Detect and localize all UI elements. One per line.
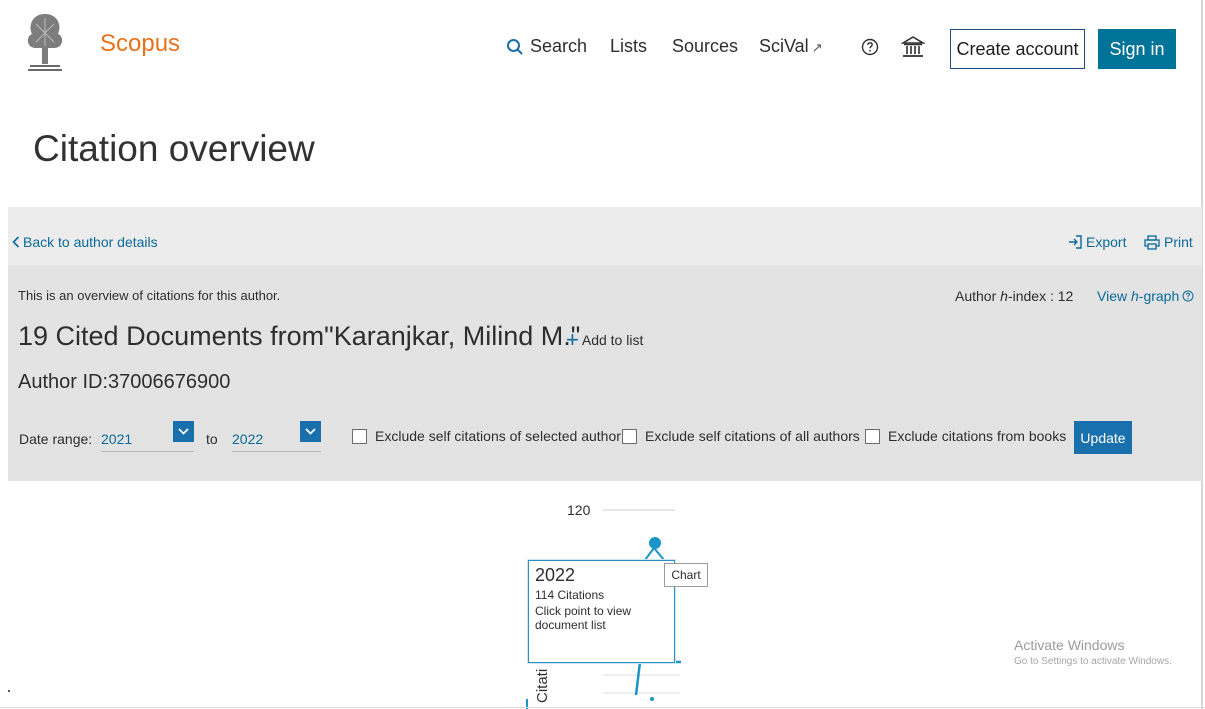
add-to-list-label: Add to list xyxy=(581,332,644,348)
nav-scival-label: SciVal xyxy=(759,36,809,56)
exclude-self-selected-label: Exclude self citations of selected autho… xyxy=(375,428,621,444)
add-to-list-button[interactable]: + Add to list xyxy=(566,327,644,352)
scopus-brand[interactable]: Scopus xyxy=(100,30,180,58)
checkbox-box[interactable] xyxy=(622,428,637,444)
print-label: Print xyxy=(1164,234,1193,250)
plus-icon: + xyxy=(566,327,579,352)
bottom-divider xyxy=(0,707,1205,708)
view-h: h xyxy=(1130,288,1139,304)
update-button[interactable]: Update xyxy=(1074,421,1132,454)
view-h-graph-label: View h-graph xyxy=(1097,288,1179,304)
data-point-2021[interactable] xyxy=(650,697,654,701)
sign-in-button[interactable]: Sign in xyxy=(1098,29,1176,69)
date-from-value: 2021 xyxy=(101,431,133,447)
activate-windows-title: Activate Windows xyxy=(1014,637,1125,653)
nav-search[interactable]: Search xyxy=(506,36,587,57)
back-to-author-link[interactable]: Back to author details xyxy=(12,234,158,250)
author-h-index: Author h-index : 12 xyxy=(955,288,1073,304)
search-icon xyxy=(507,38,523,55)
exclude-self-all-checkbox[interactable]: Exclude self citations of all authors xyxy=(622,428,860,444)
create-account-button[interactable]: Create account xyxy=(950,29,1085,69)
chevron-down-icon xyxy=(173,421,194,442)
y-axis-label: Citati xyxy=(534,668,551,703)
view-h-graph-link[interactable]: View h-graph xyxy=(1097,288,1194,304)
exclude-self-all-label: Exclude self citations of all authors xyxy=(645,428,860,444)
chart-label-tag: Chart xyxy=(664,563,708,587)
chevron-left-icon xyxy=(12,236,20,248)
cited-documents-heading: 19 Cited Documents from"Karanjkar, Milin… xyxy=(18,321,581,351)
tooltip-hint: Click point to view document list xyxy=(535,604,632,632)
print-link[interactable]: Print xyxy=(1144,234,1193,250)
export-label: Export xyxy=(1086,234,1127,250)
date-to-value: 2022 xyxy=(232,431,264,447)
overview-text: This is an overview of citations for thi… xyxy=(18,288,281,303)
view-suffix: -graph xyxy=(1138,288,1180,304)
institution-icon[interactable] xyxy=(901,35,925,59)
y-tick-label: 120 xyxy=(567,502,591,518)
elsevier-logo[interactable] xyxy=(22,4,68,74)
nav-search-label: Search xyxy=(530,36,588,56)
chart-tooltip[interactable]: 2022 114 Citations Click point to view d… xyxy=(528,560,675,663)
date-to-select[interactable]: 2022 xyxy=(232,421,321,452)
hindex-h: h xyxy=(1000,288,1008,304)
exclude-self-selected-checkbox[interactable]: Exclude self citations of selected autho… xyxy=(352,428,621,444)
to-label: to xyxy=(206,431,218,447)
activate-windows-subtitle: Go to Settings to activate Windows. xyxy=(1014,656,1172,667)
printer-icon xyxy=(1144,234,1160,250)
toolbar-panel xyxy=(8,207,1202,265)
checkbox-box[interactable] xyxy=(352,428,367,444)
chevron-down-icon xyxy=(300,421,321,442)
export-link[interactable]: Export xyxy=(1068,234,1126,250)
help-icon[interactable] xyxy=(861,38,879,56)
date-range-label: Date range: xyxy=(19,431,93,447)
export-icon xyxy=(1069,235,1082,249)
top-header: Scopus Search Lists Sources SciVal ↗ Crea… xyxy=(0,0,1205,96)
nav-scival[interactable]: SciVal ↗ xyxy=(759,36,823,57)
exclude-books-checkbox[interactable]: Exclude citations from books xyxy=(865,428,1066,444)
data-point-2022[interactable] xyxy=(649,537,661,549)
series-line xyxy=(634,660,681,696)
nav-sources[interactable]: Sources xyxy=(672,36,738,57)
tooltip-pointer-left xyxy=(644,547,655,561)
tooltip-pointer-right xyxy=(653,547,665,561)
help-small-icon xyxy=(1182,290,1194,302)
view-prefix: View xyxy=(1097,288,1131,304)
hindex-prefix: Author xyxy=(955,288,1001,304)
date-from-select[interactable]: 2021 xyxy=(101,421,194,452)
checkbox-box[interactable] xyxy=(865,428,880,444)
page-title: Citation overview xyxy=(33,128,315,169)
external-link-icon: ↗ xyxy=(811,40,823,55)
hindex-value: -index : 12 xyxy=(1007,288,1074,304)
nav-lists[interactable]: Lists xyxy=(610,36,647,57)
stray-dot xyxy=(8,690,10,692)
exclude-books-label: Exclude citations from books xyxy=(888,428,1067,444)
back-link-label: Back to author details xyxy=(23,234,158,250)
tooltip-year: 2022 xyxy=(535,565,576,585)
author-id: Author ID:37006676900 xyxy=(18,371,231,393)
tooltip-citations: 114 Citations xyxy=(535,588,605,602)
